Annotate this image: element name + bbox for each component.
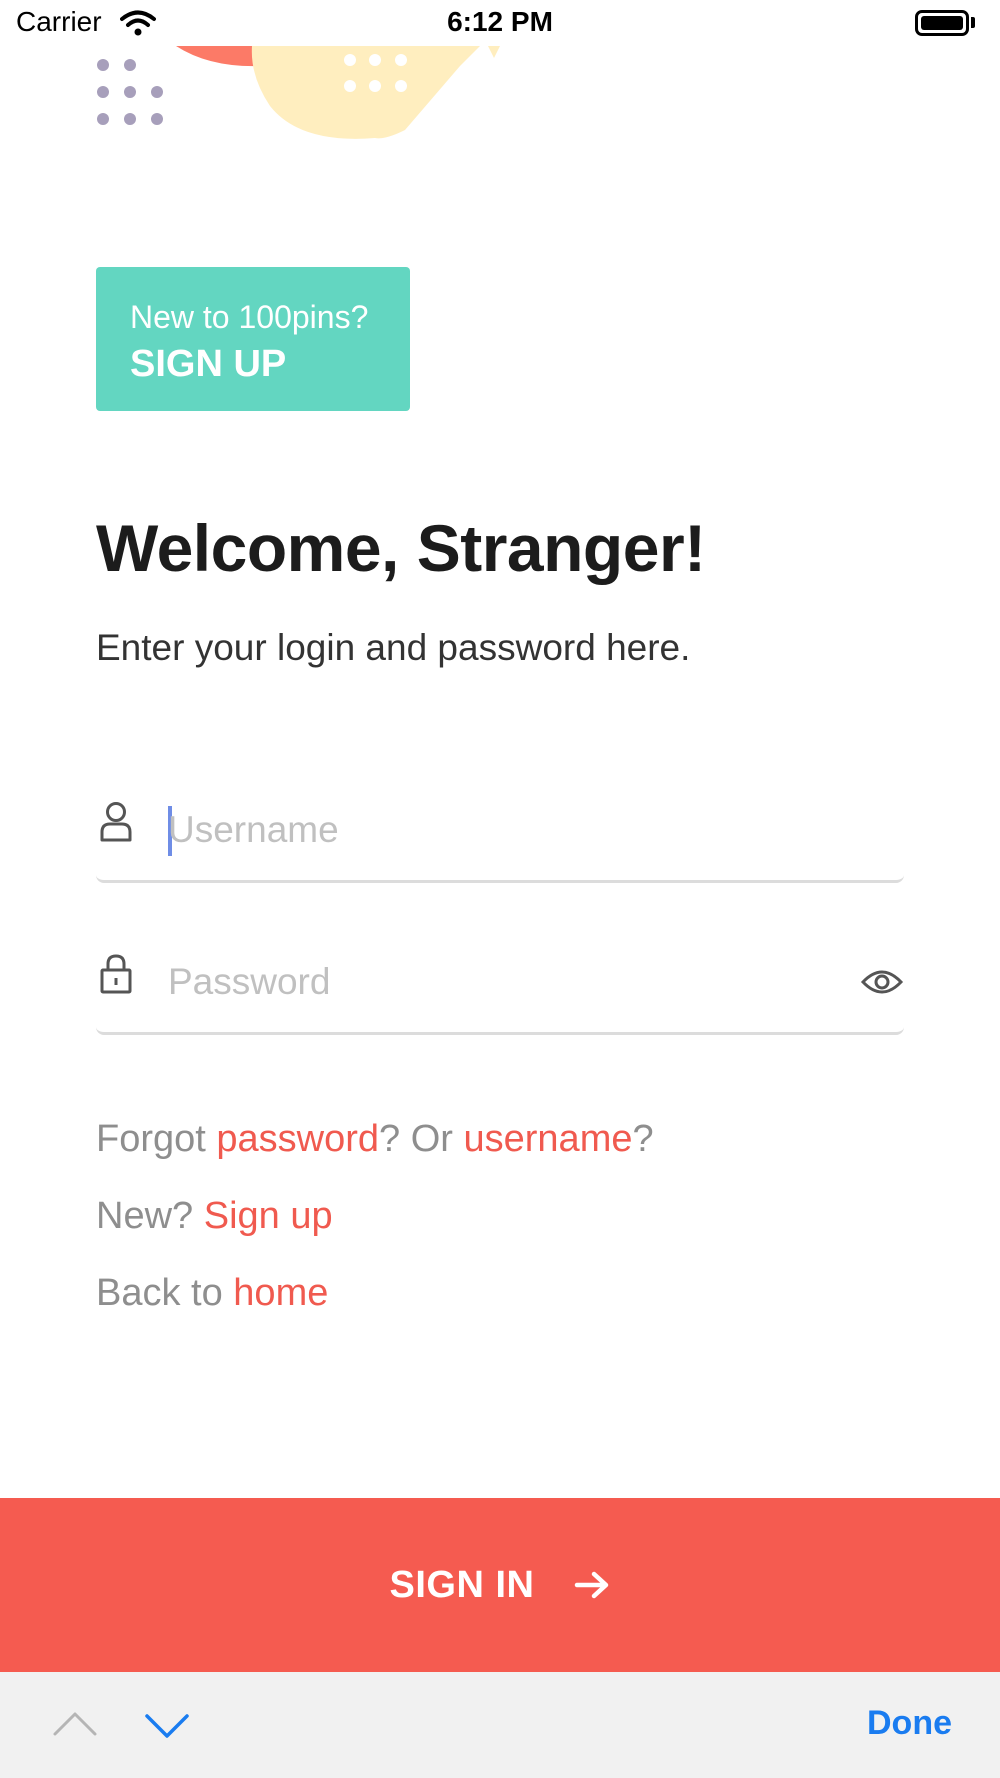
header-decoration <box>97 46 500 139</box>
signin-label: SIGN IN <box>389 1563 535 1606</box>
username-input[interactable] <box>168 800 808 860</box>
lock-icon <box>100 954 132 994</box>
password-input[interactable] <box>168 952 808 1012</box>
signup-prompt: New to 100pins? <box>130 299 369 335</box>
new-user-line: New? Sign up <box>96 1195 333 1238</box>
username-field[interactable] <box>96 800 904 883</box>
forgot-prefix: Forgot <box>96 1118 217 1160</box>
chevron-up-icon[interactable] <box>52 1710 98 1738</box>
forgot-line: Forgot password? Or username? <box>96 1118 654 1161</box>
battery-icon <box>915 10 969 36</box>
forgot-suffix: ? <box>632 1118 654 1160</box>
password-field[interactable] <box>96 952 904 1035</box>
eye-icon[interactable] <box>860 966 904 998</box>
new-prefix: New? <box>96 1195 204 1237</box>
done-button[interactable]: Done <box>867 1704 952 1743</box>
signup-card[interactable]: New to 100pins? SIGN UP <box>96 267 410 411</box>
forgot-middle: ? Or <box>379 1118 464 1160</box>
signup-cta[interactable]: SIGN UP <box>130 343 286 386</box>
signin-button[interactable]: SIGN IN <box>0 1498 1000 1672</box>
back-prefix: Back to <box>96 1272 234 1314</box>
forgot-password-link[interactable]: password <box>216 1118 379 1160</box>
status-time: 6:12 PM <box>447 6 553 37</box>
home-link[interactable]: home <box>233 1272 328 1314</box>
keyboard-toolbar: Done <box>0 1672 1000 1778</box>
battery-cap <box>971 17 975 28</box>
signup-link[interactable]: Sign up <box>204 1195 333 1237</box>
arrow-right-icon <box>575 1571 609 1599</box>
back-home-line: Back to home <box>96 1272 328 1315</box>
page-title: Welcome, Stranger! <box>96 511 706 585</box>
forgot-username-link[interactable]: username <box>464 1118 633 1160</box>
page-subtitle: Enter your login and password here. <box>96 627 691 668</box>
user-icon <box>100 802 132 842</box>
chevron-down-icon[interactable] <box>144 1712 190 1740</box>
